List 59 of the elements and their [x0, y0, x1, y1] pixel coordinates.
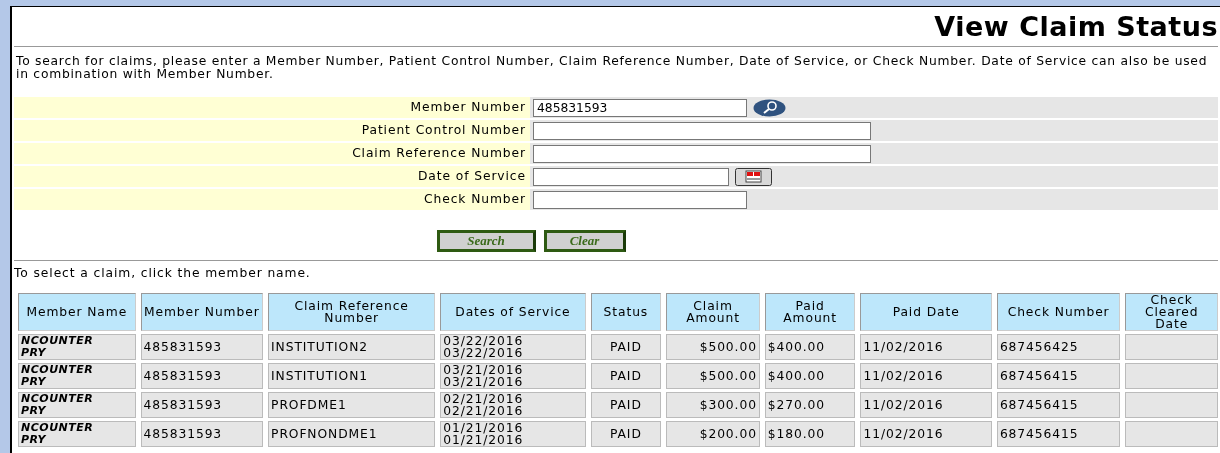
table-cell: PAID: [590, 421, 662, 448]
field-label: Claim Reference Number: [352, 146, 526, 161]
table-cell: 01/21/2016 01/21/2016: [440, 421, 586, 448]
page-title: View Claim Status: [933, 10, 1218, 44]
table-cell: 687456415: [996, 421, 1121, 448]
table-cell: 485831593: [140, 363, 264, 390]
table-cell: 485831593: [140, 392, 264, 419]
search-icon[interactable]: [753, 98, 786, 117]
table-cell: PAID: [590, 363, 662, 390]
table-cell: PROFDME1: [268, 392, 436, 419]
input-field[interactable]: [533, 121, 871, 140]
table-cell: 687456415: [996, 363, 1121, 390]
input-field[interactable]: [533, 190, 747, 209]
column-header: Status: [590, 293, 662, 332]
table-cell: 687456425: [996, 334, 1121, 361]
table-cell: 11/02/2016: [860, 363, 992, 390]
field-label: Date of Service: [418, 169, 526, 184]
table-cell: PAID: [590, 392, 662, 419]
column-header: Check Number: [996, 293, 1121, 332]
field-label: Check Number: [424, 192, 526, 207]
table-cell: 03/21/2016 03/21/2016: [440, 363, 586, 390]
table-cell: $300.00: [666, 392, 760, 419]
column-header: Claim Reference Number: [268, 293, 436, 332]
table-cell: $500.00: [666, 363, 760, 390]
hint-text: To select a claim, click the member name.: [14, 265, 312, 282]
table-cell: 02/21/2016 02/21/2016: [440, 392, 586, 419]
column-header: Claim Amount: [666, 293, 760, 332]
field-label: Member Number: [410, 100, 526, 115]
table-cell: $400.00: [764, 334, 856, 361]
table-cell: PAID: [590, 334, 662, 361]
table-cell: 485831593: [140, 421, 264, 448]
field-label: Patient Control Number: [361, 123, 526, 138]
column-header: Member Name: [18, 293, 136, 332]
table-cell: 687456415: [996, 392, 1121, 419]
column-header: Paid Date: [860, 293, 992, 332]
column-header: Check Cleared Date: [1125, 293, 1218, 332]
search-button[interactable]: Search: [436, 230, 536, 252]
table-cell: 11/02/2016: [860, 392, 992, 419]
table-cell: $400.00: [764, 363, 856, 390]
table-cell: INSTITUTION2: [268, 334, 436, 361]
table-cell: $270.00: [764, 392, 856, 419]
column-header: Paid Amount: [764, 293, 856, 332]
instructions-text: To search for claims, please enter a Member Number, Patient Control Number, Claim Reference Number, Date of Service, or Check Number. Date of Service can also be used in combination with Member Number.: [16, 55, 1209, 81]
table-cell: 11/02/2016: [860, 334, 992, 361]
table-cell: $500.00: [666, 334, 760, 361]
column-header: Dates of Service: [440, 293, 586, 332]
input-field[interactable]: [533, 167, 729, 186]
table-cell: PROFNONDME1: [268, 421, 436, 448]
input-field[interactable]: 485831593: [533, 98, 747, 117]
table-cell: 485831593: [140, 334, 264, 361]
table-cell: 11/02/2016: [860, 421, 992, 448]
table-cell: $200.00: [666, 421, 760, 448]
column-header: Member Number: [140, 293, 264, 332]
input-field[interactable]: [533, 144, 871, 163]
clear-button[interactable]: Clear: [543, 230, 626, 252]
table-cell: 03/22/2016 03/22/2016: [440, 334, 586, 361]
table-cell: INSTITUTION1: [268, 363, 436, 390]
calendar-icon[interactable]: [735, 167, 772, 186]
table-cell: $180.00: [764, 421, 856, 448]
